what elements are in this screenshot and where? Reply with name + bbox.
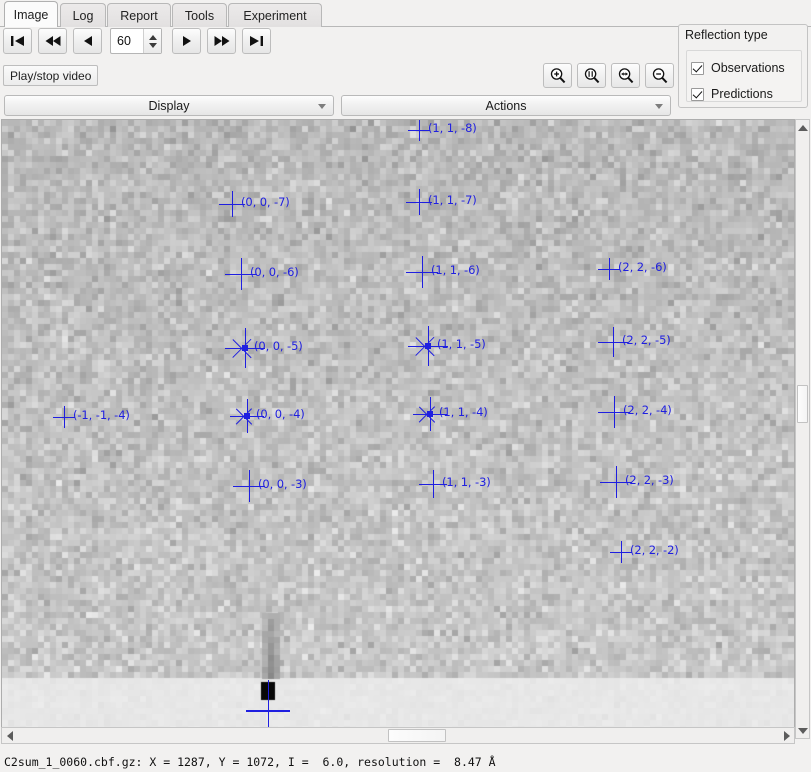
zoom-fit-button[interactable] [611, 63, 640, 88]
scroll-left-button[interactable] [2, 728, 17, 743]
fast-forward-icon [214, 36, 229, 46]
zoom-out-icon [652, 67, 667, 83]
skip-to-end-icon [250, 36, 263, 46]
predictions-checkbox[interactable] [691, 87, 704, 101]
next-frame-button[interactable] [172, 28, 201, 54]
scroll-up-button[interactable] [796, 120, 809, 135]
tab-log-label: Log [72, 8, 94, 23]
horizontal-scrollbar[interactable] [1, 727, 795, 744]
tab-tools-label: Tools [184, 8, 215, 23]
zoom-in-button[interactable] [543, 63, 572, 88]
frame-number-value: 60 [117, 34, 131, 48]
horizontal-scroll-thumb[interactable] [388, 729, 446, 742]
zoom-fit-icon [618, 67, 633, 83]
spinner-arrows[interactable] [143, 29, 161, 53]
predictions-label: Predictions [711, 87, 773, 101]
triangle-right-icon [783, 730, 790, 741]
play-back-icon [83, 36, 92, 46]
vertical-scrollbar[interactable] [795, 119, 810, 739]
triangle-down-icon [797, 727, 808, 734]
tab-image[interactable]: Image [4, 1, 58, 27]
detector-image-container[interactable]: (1, 1, -8) (0, 0, -7) (1, 1, -7) (0, 0, -6)… [1, 119, 795, 739]
zoom-in-icon [550, 67, 565, 83]
tab-image-label: Image [13, 7, 49, 22]
scroll-right-button[interactable] [779, 728, 794, 743]
observations-checkbox-row[interactable]: Observations [691, 61, 785, 75]
zoom-out-button[interactable] [645, 63, 674, 88]
display-combobox-label: Display [148, 98, 190, 113]
reflection-type-title: Reflection type [682, 28, 771, 42]
last-frame-button[interactable] [242, 28, 271, 54]
previous-frame-button[interactable] [73, 28, 102, 54]
tab-tools[interactable]: Tools [172, 3, 227, 27]
zoom-one-to-one-button[interactable] [577, 63, 606, 88]
application-window: Image Log Report Tools Experiment 60 Pla… [0, 0, 811, 772]
scroll-down-button[interactable] [796, 723, 809, 738]
rewind-button[interactable] [38, 28, 67, 54]
play-stop-video-button[interactable]: Play/stop video [3, 65, 99, 86]
tab-bar: Image Log Report Tools Experiment [0, 0, 811, 27]
detector-image[interactable] [2, 120, 794, 738]
vertical-scroll-thumb[interactable] [797, 385, 808, 423]
status-bar: C2sum_1_0060.cbf.gz: X = 1287, Y = 1072,… [0, 751, 811, 772]
play-stop-video-label: Play/stop video [10, 68, 92, 83]
fast-forward-button[interactable] [207, 28, 236, 54]
status-bar-text: C2sum_1_0060.cbf.gz: X = 1287, Y = 1072,… [4, 754, 496, 769]
skip-to-start-icon [11, 36, 24, 46]
spinner-up-icon[interactable] [148, 34, 157, 40]
chevron-down-icon [655, 103, 663, 109]
observations-checkbox[interactable] [691, 61, 704, 75]
frame-number-spinner[interactable]: 60 [110, 28, 162, 54]
actions-combobox-label: Actions [485, 98, 527, 113]
tab-experiment-label: Experiment [243, 8, 307, 23]
triangle-left-icon [6, 730, 13, 741]
display-combobox[interactable]: Display [4, 95, 334, 116]
spinner-down-icon[interactable] [148, 42, 157, 48]
tab-log[interactable]: Log [60, 3, 106, 27]
first-frame-button[interactable] [3, 28, 32, 54]
zoom-one-to-one-icon [584, 67, 599, 83]
rewind-icon [45, 36, 60, 46]
observations-label: Observations [711, 61, 785, 75]
image-viewport[interactable]: (1, 1, -8) (0, 0, -7) (1, 1, -7) (0, 0, -6)… [0, 119, 811, 751]
predictions-checkbox-row[interactable]: Predictions [691, 87, 773, 101]
play-forward-icon [182, 36, 191, 46]
triangle-up-icon [797, 124, 808, 131]
chevron-down-icon [318, 103, 326, 109]
tab-experiment[interactable]: Experiment [228, 3, 322, 27]
actions-combobox[interactable]: Actions [341, 95, 671, 116]
tab-report-label: Report [120, 8, 158, 23]
tab-report[interactable]: Report [107, 3, 171, 27]
